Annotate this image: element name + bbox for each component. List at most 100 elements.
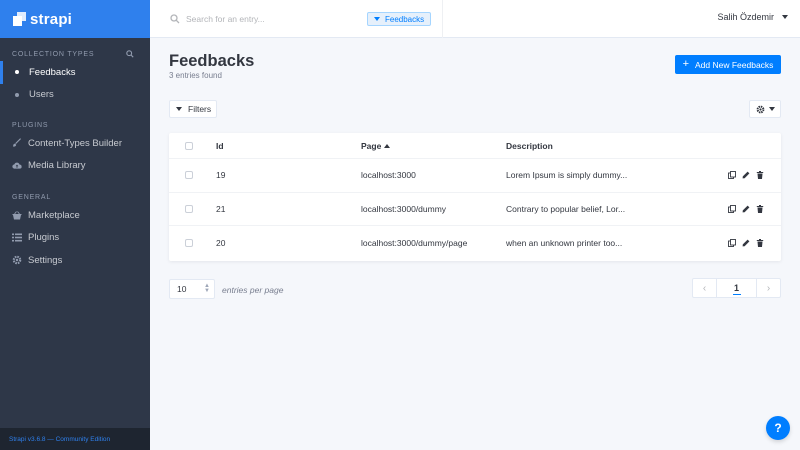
- row-select-cell: [169, 171, 216, 180]
- chevron-left-icon[interactable]: ‹: [693, 279, 717, 297]
- search-input[interactable]: [186, 12, 356, 26]
- table-row[interactable]: 19 localhost:3000 Lorem Ipsum is simply …: [169, 159, 781, 193]
- version-footer: Strapi v3.6.8 — Community Edition: [0, 428, 150, 450]
- pencil-icon[interactable]: [742, 239, 750, 247]
- row-actions: [726, 238, 781, 247]
- sort-ascending-icon: [384, 143, 391, 148]
- add-new-entry-button[interactable]: + Add New Feedbacks: [675, 55, 781, 74]
- cell-description: when an unknown printer too...: [506, 237, 623, 248]
- sidebar-item-marketplace[interactable]: Marketplace: [0, 204, 150, 227]
- pencil-icon[interactable]: [742, 205, 750, 213]
- row-actions: [726, 204, 781, 213]
- sidebar-item-label: Users: [29, 89, 54, 101]
- trash-icon[interactable]: [756, 171, 764, 180]
- sidebar-item-feedbacks[interactable]: Feedbacks: [0, 61, 150, 84]
- sidebar-item-plugins[interactable]: Plugins: [0, 227, 150, 250]
- row-actions: [726, 171, 781, 180]
- cell-id: 21: [216, 203, 226, 214]
- sidebar-item-label: Marketplace: [28, 209, 80, 221]
- gear-icon: [12, 255, 22, 265]
- cell-page: localhost:3000/dummy/page: [361, 237, 468, 248]
- search-icon[interactable]: [126, 50, 134, 58]
- section-title-plugins: Plugins: [0, 118, 150, 132]
- cloud-upload-icon: [12, 161, 22, 171]
- sidebar-item-media-library[interactable]: Media Library: [0, 155, 150, 178]
- page-number-current[interactable]: 1: [717, 279, 756, 297]
- logo[interactable]: strapi: [0, 0, 150, 38]
- section-title-general: General: [0, 190, 150, 204]
- entries-count: 3 entries found: [169, 71, 222, 80]
- strapi-logo-icon: [13, 12, 26, 26]
- bullet-icon: [15, 70, 19, 75]
- sidebar-item-label: Plugins: [28, 232, 60, 244]
- per-page-label: entries per page: [222, 285, 284, 295]
- column-header-id[interactable]: Id: [216, 141, 361, 151]
- duplicate-icon[interactable]: [728, 238, 736, 247]
- filter-tag-label: Feedbacks: [385, 14, 425, 24]
- duplicate-icon[interactable]: [728, 171, 736, 180]
- sidebar-item-settings[interactable]: Settings: [0, 249, 150, 272]
- select-all-cell: [169, 141, 216, 150]
- row-checkbox[interactable]: [185, 238, 193, 247]
- per-page-value: 10: [177, 284, 187, 294]
- sidebar-item-label: Feedbacks: [29, 66, 76, 78]
- trash-icon[interactable]: [756, 204, 764, 213]
- filter-tag[interactable]: Feedbacks: [367, 12, 432, 26]
- duplicate-icon[interactable]: [728, 204, 736, 213]
- row-checkbox[interactable]: [185, 171, 193, 180]
- logo-text: strapi: [30, 10, 73, 28]
- section-title-collection-types: Collection Types: [0, 47, 150, 61]
- user-menu[interactable]: Salih Özdemir: [717, 12, 788, 22]
- filters-button[interactable]: Filters: [169, 100, 217, 118]
- entries-per-page-select[interactable]: 10 ▲ ▼: [169, 279, 215, 299]
- row-checkbox[interactable]: [185, 204, 193, 213]
- chevron-right-icon[interactable]: ›: [756, 279, 780, 297]
- row-select-cell: [169, 204, 216, 213]
- page-title: Feedbacks: [169, 52, 255, 70]
- sidebar-item-content-types-builder[interactable]: Content-Types Builder: [0, 132, 150, 155]
- column-header-description[interactable]: Description: [506, 141, 726, 151]
- left-sidebar: strapi Collection Types Feedbacks Users …: [0, 0, 150, 450]
- chevron-down-icon: [782, 15, 788, 19]
- help-button[interactable]: ?: [766, 416, 790, 440]
- header-divider: [442, 0, 443, 38]
- trash-icon[interactable]: [756, 238, 764, 247]
- list-icon: [12, 233, 22, 243]
- table-row[interactable]: 20 localhost:3000/dummy/page when an unk…: [169, 226, 781, 260]
- cell-id: 20: [216, 237, 226, 248]
- cell-description: Contrary to popular belief, Lor...: [506, 203, 626, 214]
- shopping-basket-icon: [12, 210, 22, 220]
- pagination: ‹ 1 ›: [692, 278, 781, 298]
- sidebar-item-label: Media Library: [28, 160, 86, 172]
- sidebar-item-users[interactable]: Users: [0, 84, 150, 107]
- row-select-cell: [169, 238, 216, 247]
- list-settings-button[interactable]: [749, 100, 781, 118]
- column-header-page[interactable]: Page: [361, 141, 506, 151]
- bullet-icon: [15, 92, 19, 97]
- section-title-label: Plugins: [12, 121, 49, 129]
- filters-button-label: Filters: [188, 104, 212, 114]
- cell-description: Lorem Ipsum is simply dummy...: [506, 170, 628, 181]
- section-title-label: Collection Types: [12, 50, 95, 58]
- filter-icon: [176, 107, 182, 111]
- paintbrush-icon: [12, 138, 22, 148]
- chevron-down-icon: [768, 107, 775, 111]
- column-header-page-label: Page: [361, 140, 382, 151]
- sidebar-item-label: Content-Types Builder: [28, 137, 122, 149]
- cell-id: 19: [216, 170, 226, 181]
- plus-icon: +: [682, 58, 689, 70]
- sidebar-item-label: Settings: [28, 254, 63, 266]
- gear-icon: [756, 105, 764, 113]
- up-down-arrows-icon: ▲ ▼: [204, 283, 210, 294]
- select-all-checkbox[interactable]: [185, 141, 193, 150]
- cell-page: localhost:3000: [361, 170, 416, 181]
- add-button-label: Add New Feedbacks: [695, 59, 774, 70]
- cell-page: localhost:3000/dummy: [361, 203, 447, 214]
- top-header: Feedbacks Salih Özdemir: [150, 0, 800, 38]
- user-name: Salih Özdemir: [717, 12, 774, 22]
- table-header: Id Page Description: [169, 133, 781, 159]
- entries-table: Id Page Description 19 localhost:3000 Lo…: [169, 133, 781, 261]
- search-icon: [170, 14, 180, 24]
- table-row[interactable]: 21 localhost:3000/dummy Contrary to popu…: [169, 193, 781, 226]
- pencil-icon[interactable]: [742, 171, 750, 179]
